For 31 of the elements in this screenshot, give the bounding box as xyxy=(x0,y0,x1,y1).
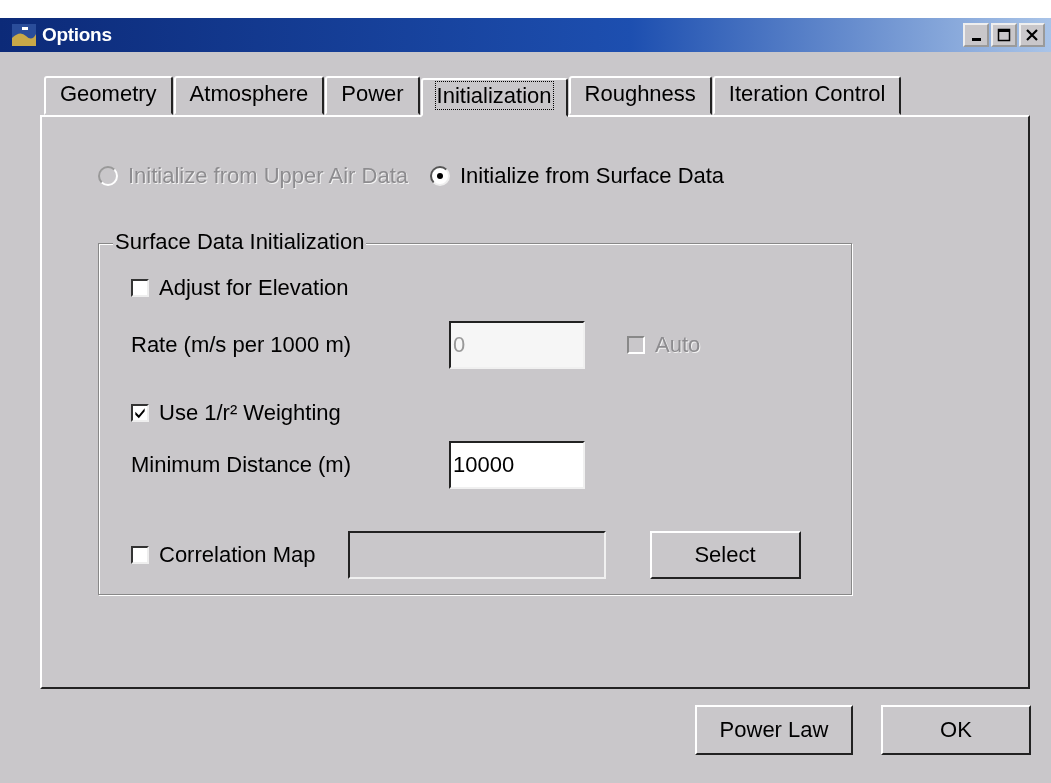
checkmark-icon xyxy=(133,406,147,420)
tab[interactable]: Geometry xyxy=(44,76,173,115)
checkbox[interactable] xyxy=(131,546,149,564)
dialog-button[interactable]: OK xyxy=(881,705,1031,755)
checkbox-label: Adjust for Elevation xyxy=(159,275,349,301)
checkbox[interactable] xyxy=(131,404,149,422)
input-field[interactable]: 10000 xyxy=(449,441,585,489)
minimize-icon xyxy=(971,37,981,41)
minimize-button[interactable] xyxy=(963,23,989,47)
checkbox-label: Correlation Map xyxy=(159,542,316,568)
dialog-button[interactable]: Power Law xyxy=(695,705,853,755)
field-label: Minimum Distance (m) xyxy=(131,452,353,478)
checkbox-label: Use 1/r² Weighting xyxy=(159,400,341,426)
checkbox-label: Auto xyxy=(655,332,701,358)
radio-button[interactable] xyxy=(430,166,450,186)
maximize-button[interactable] xyxy=(991,23,1017,47)
select-button[interactable]: Select xyxy=(649,531,801,579)
close-icon xyxy=(1025,28,1039,42)
checkbox[interactable] xyxy=(131,279,149,297)
window-title: Options xyxy=(42,24,113,46)
tab[interactable]: Iteration Control xyxy=(712,76,902,115)
tab[interactable]: Roughness xyxy=(568,76,712,115)
radio-label: Initialize from Upper Air Data xyxy=(128,163,408,189)
tab[interactable]: Power xyxy=(325,76,420,115)
tab[interactable]: Atmosphere xyxy=(173,76,325,115)
maximize-icon xyxy=(997,28,1011,42)
close-button[interactable] xyxy=(1019,23,1045,47)
field-label: Rate (m/s per 1000 m) xyxy=(131,332,353,358)
radio-label: Initialize from Surface Data xyxy=(460,163,725,189)
tab[interactable]: Initialization xyxy=(420,78,568,117)
landscape-icon xyxy=(12,24,36,46)
